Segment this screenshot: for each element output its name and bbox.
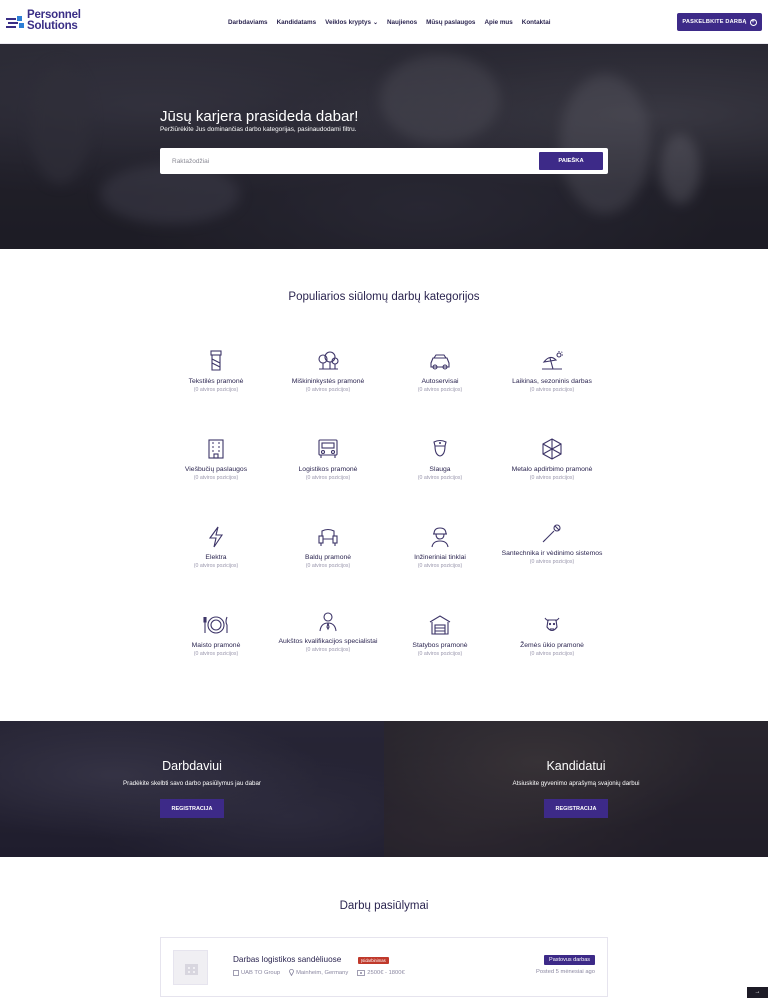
category-item[interactable]: Laikinas, sezoninis darbas (0 atviros po… <box>492 350 612 393</box>
category-item[interactable]: Slauga (0 atviros pozicijos) <box>380 438 500 481</box>
site-header: Personnel Solutions Darbdaviams Kandidat… <box>0 0 768 44</box>
metal-icon <box>542 438 562 460</box>
categories-title: Populiarios siūlomų darbų kategorijos <box>288 291 480 303</box>
candidate-title: Kandidatui <box>546 759 606 773</box>
hero-title: Jūsų karjera prasideda dabar! <box>160 108 359 125</box>
post-job-button[interactable]: PASKELBKITE DARBĄ + <box>677 13 762 31</box>
job-posted-time: Posted 5 mėnesiai ago <box>536 969 595 975</box>
engineer-icon <box>431 527 449 548</box>
category-item[interactable]: Baldų pramonė (0 atviros pozicijos) <box>268 526 388 569</box>
category-item[interactable]: Inžineriniai tinklai (0 atviros pozicijo… <box>380 526 500 569</box>
chevron-down-icon: ⌄ <box>372 19 378 26</box>
nav-employers[interactable]: Darbdaviams <box>228 19 268 26</box>
logo-mark-icon <box>6 16 24 28</box>
building-icon <box>185 964 198 975</box>
job-type-badge: Pastovus darbas <box>544 955 595 965</box>
nav-services[interactable]: Mūsų paslaugos <box>426 19 475 26</box>
job-card[interactable]: Darbas logistikos sandėliuose Įsidarbini… <box>160 937 608 997</box>
category-item[interactable]: Aukštos kvalifikacijos specialistai (0 a… <box>268 610 388 653</box>
car-icon <box>430 354 450 370</box>
arrow-right-icon[interactable]: → <box>747 987 768 998</box>
lightning-icon <box>208 526 224 548</box>
employer-title: Darbdaviui <box>162 759 222 773</box>
nav-activity[interactable]: Veiklos kryptys ⌄ <box>325 19 378 26</box>
truck-icon <box>318 439 338 458</box>
employer-register-button[interactable]: REGISTRACIJA <box>160 799 224 818</box>
job-salary: 2500€ - 1800€ <box>357 969 405 976</box>
jobs-title: Darbų pasiūlymai <box>339 900 429 912</box>
forestry-icon <box>318 351 339 370</box>
category-item[interactable]: Žemės ūkio pramonė (0 atviros pozicijos) <box>492 614 612 657</box>
hero-banner: Jūsų karjera prasideda dabar! Peržiūrėki… <box>0 44 768 249</box>
employer-text: Pradėkite skelbti savo darbo pasiūlymus … <box>123 780 261 787</box>
category-item[interactable]: Metalo apdirbimo pramonė (0 atviros pozi… <box>492 438 612 481</box>
nav-candidates[interactable]: Kandidatams <box>277 19 317 26</box>
logo[interactable]: Personnel Solutions <box>6 8 88 36</box>
nav-contacts[interactable]: Kontaktai <box>522 19 551 26</box>
search-input[interactable] <box>172 154 512 168</box>
job-title[interactable]: Darbas logistikos sandėliuose <box>233 955 341 964</box>
category-item[interactable]: Autoservisai (0 atviros pozicijos) <box>380 350 500 393</box>
plus-circle-icon: + <box>749 18 757 26</box>
candidate-text: Atsiuskite gyvenimo aprašymą svajonių da… <box>512 780 640 787</box>
job-company: UAB TO Group <box>233 969 280 976</box>
job-location: Mainheim, Germany <box>289 969 348 976</box>
category-item[interactable]: Elektra (0 atviros pozicijos) <box>156 526 276 569</box>
company-logo-placeholder <box>173 950 208 985</box>
tools-icon <box>542 524 561 543</box>
candidate-register-button[interactable]: REGISTRACIJA <box>544 799 608 818</box>
hero-subtitle: Peržiūrėkite Jus dominančias darbo kateg… <box>160 126 357 133</box>
specialist-icon <box>319 612 337 632</box>
main-nav: Darbdaviams Kandidatams Veiklos kryptys ⌄… <box>228 0 550 44</box>
job-meta: UAB TO Group Mainheim, Germany 2500€ - 1… <box>233 969 405 976</box>
hotel-icon <box>208 439 224 459</box>
nurse-icon <box>433 439 447 457</box>
category-item[interactable]: Statybos pramonė (0 atviros pozicijos) <box>380 614 500 657</box>
search-button[interactable]: PAIEŠKA <box>539 152 603 170</box>
nav-about[interactable]: Apie mus <box>484 19 512 26</box>
textile-icon <box>210 350 222 371</box>
candidate-cta: Kandidatui Atsiuskite gyvenimo aprašymą … <box>384 721 768 857</box>
nav-news[interactable]: Naujienos <box>387 19 417 26</box>
cow-icon <box>544 617 560 632</box>
job-tag-badge: Įsidarbinimas <box>358 957 389 964</box>
garage-icon <box>429 615 451 635</box>
category-item[interactable]: Tekstilės pramonė (0 atviros pozicijos) <box>156 350 276 393</box>
briefcase-icon <box>233 970 239 976</box>
logo-text: Personnel Solutions <box>27 9 81 32</box>
category-item[interactable]: Maisto pramonė (0 atviros pozicijos) <box>156 614 276 657</box>
beach-icon <box>542 351 563 370</box>
category-item[interactable]: Viešbučių paslaugos (0 atviros pozicijos… <box>156 438 276 481</box>
search-bar: PAIEŠKA <box>160 148 608 174</box>
employer-cta: Darbdaviui Pradėkite skelbti savo darbo … <box>0 721 384 857</box>
plate-icon <box>203 616 228 634</box>
money-icon <box>357 969 366 976</box>
category-item[interactable]: Logistikos pramonė (0 atviros pozicijos) <box>268 438 388 481</box>
category-item[interactable]: Miškininkystės pramonė (0 atviros pozici… <box>268 350 388 393</box>
category-item[interactable]: Santechnika ir vėdinimo sistemos (0 atvi… <box>492 522 612 565</box>
armchair-icon <box>318 528 338 546</box>
location-pin-icon <box>289 969 294 976</box>
